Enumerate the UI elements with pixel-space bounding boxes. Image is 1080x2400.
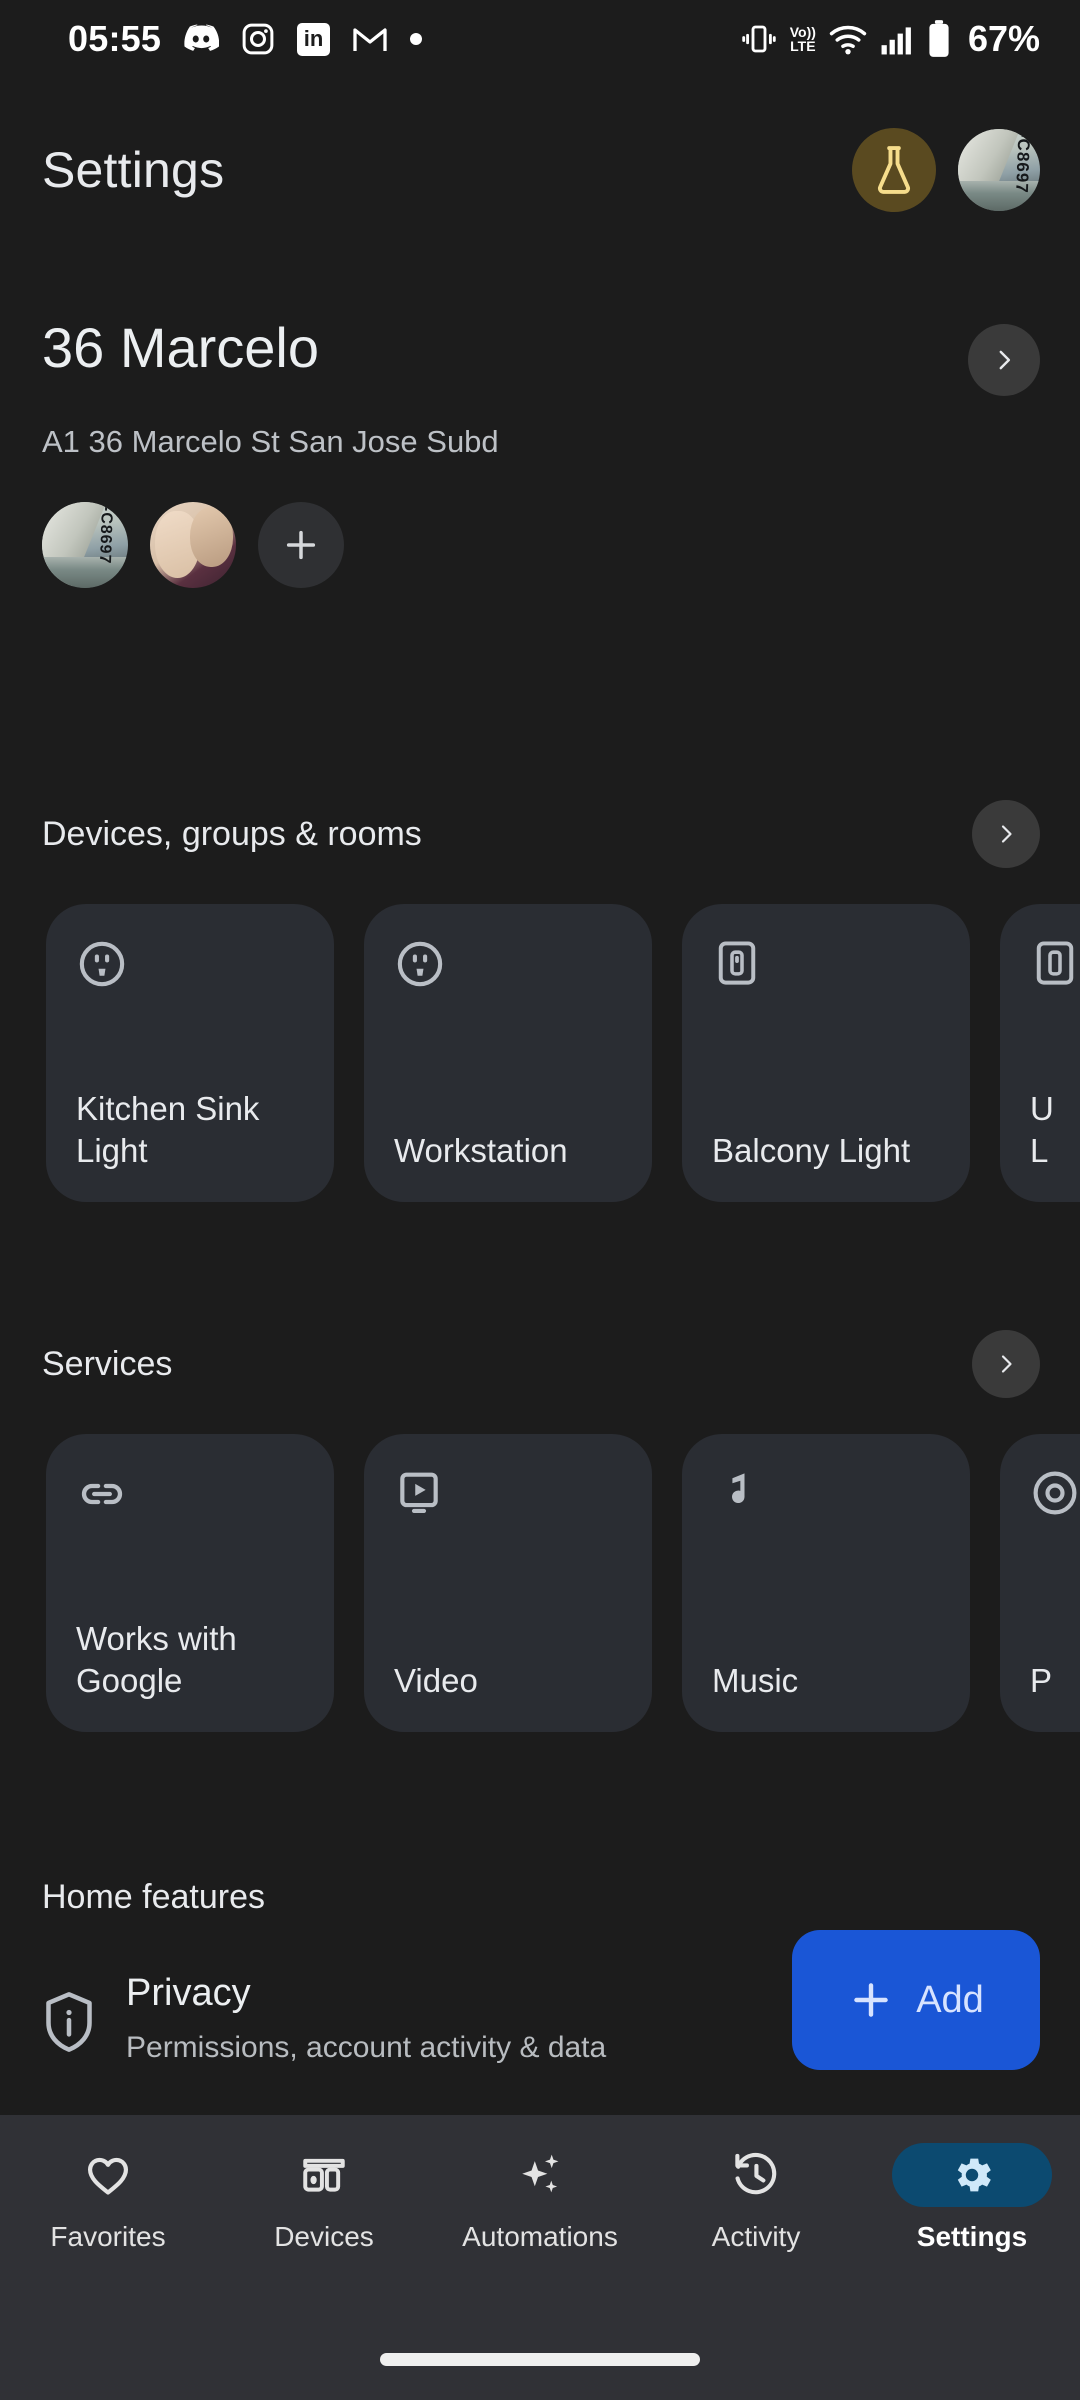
nav-label-automations: Automations bbox=[462, 2221, 618, 2252]
devices-card-scroller[interactable]: Kitchen Sink Light Workstation Balcony L… bbox=[0, 904, 1080, 1202]
shield-info-icon bbox=[42, 1973, 98, 2053]
home-header: 36 Marcelo A1 36 Marcelo St San Jose Sub… bbox=[0, 320, 1080, 588]
status-bar: 05:55 in Vo)) LTE 67% bbox=[0, 0, 1080, 78]
device-card[interactable]: Workstation bbox=[364, 904, 652, 1202]
service-card[interactable]: Music bbox=[682, 1434, 970, 1732]
device-card-label: Kitchen Sink Light bbox=[76, 1089, 260, 1169]
device-card[interactable]: U L bbox=[1000, 904, 1080, 1202]
wifi-icon bbox=[829, 23, 867, 55]
bottom-nav-items: Favorites Devices Automations Activity S bbox=[0, 2115, 1080, 2320]
bottom-navigation-bar: Favorites Devices Automations Activity S bbox=[0, 2115, 1080, 2400]
nav-item-favorites[interactable]: Favorites bbox=[0, 2143, 216, 2320]
light-switch-icon bbox=[712, 938, 940, 996]
add-member-button[interactable] bbox=[258, 502, 344, 588]
device-card-label: Balcony Light bbox=[712, 1131, 911, 1169]
battery-percent-label: 67% bbox=[967, 18, 1040, 59]
services-section-title: Services bbox=[42, 1344, 173, 1383]
nav-pill-favorites bbox=[28, 2143, 188, 2207]
nav-item-automations[interactable]: Automations bbox=[432, 2143, 648, 2320]
battery-icon bbox=[927, 20, 951, 58]
service-card-label: Video bbox=[394, 1661, 478, 1699]
chevron-right-icon bbox=[1001, 825, 1012, 843]
home-features-title: Home features bbox=[42, 1878, 265, 1916]
link-icon bbox=[76, 1468, 304, 1526]
linkedin-icon: in bbox=[297, 22, 331, 56]
chevron-right-icon bbox=[999, 350, 1011, 370]
device-card-label: U L bbox=[1030, 1089, 1054, 1169]
instagram-icon bbox=[241, 22, 275, 56]
home-details-chevron-button[interactable] bbox=[968, 324, 1040, 396]
service-card[interactable]: Works with Google bbox=[46, 1434, 334, 1732]
services-section: Services Works with Google Video Music P bbox=[0, 1330, 1080, 1732]
page-title: Settings bbox=[42, 142, 225, 198]
avatar-tail-number: RP-C8697 bbox=[1012, 129, 1035, 195]
nav-item-settings[interactable]: Settings bbox=[864, 2143, 1080, 2320]
app-bar: Settings RP-C8697 bbox=[0, 110, 1080, 230]
photos-icon bbox=[1030, 1468, 1080, 1526]
gesture-navigation-bar[interactable] bbox=[380, 2353, 700, 2366]
services-card-scroller[interactable]: Works with Google Video Music P bbox=[0, 1434, 1080, 1732]
sparkle-icon bbox=[522, 2154, 559, 2193]
status-bar-clock: 05:55 bbox=[68, 18, 162, 59]
devices-section: Devices, groups & rooms Kitchen Sink Lig… bbox=[0, 800, 1080, 1202]
nav-pill-devices bbox=[244, 2143, 404, 2207]
nav-pill-settings bbox=[892, 2143, 1052, 2207]
services-section-chevron-button[interactable] bbox=[972, 1330, 1040, 1398]
device-card[interactable]: Balcony Light bbox=[682, 904, 970, 1202]
outlet-icon bbox=[394, 938, 622, 996]
status-bar-right: Vo)) LTE 67% bbox=[741, 18, 1040, 60]
service-card[interactable]: P bbox=[1000, 1434, 1080, 1732]
gmail-icon bbox=[352, 24, 388, 54]
nav-label-settings: Settings bbox=[916, 2221, 1028, 2252]
device-card-label: Workstation bbox=[394, 1131, 568, 1169]
devices-section-header[interactable]: Devices, groups & rooms bbox=[0, 800, 1080, 868]
devices-icon bbox=[303, 2158, 345, 2192]
status-bar-left: 05:55 in bbox=[68, 18, 423, 60]
flask-experiments-icon[interactable] bbox=[852, 128, 936, 212]
home-address: A1 36 Marcelo St San Jose Subd bbox=[42, 424, 499, 459]
notification-dot-icon bbox=[410, 33, 423, 45]
device-card[interactable]: Kitchen Sink Light bbox=[46, 904, 334, 1202]
add-button-label: Add bbox=[916, 1978, 984, 2021]
services-section-header[interactable]: Services bbox=[0, 1330, 1080, 1398]
nav-item-activity[interactable]: Activity bbox=[648, 2143, 864, 2320]
home-name-row[interactable]: 36 Marcelo bbox=[42, 320, 1040, 396]
home-members: RP-C8697 bbox=[42, 502, 1040, 588]
heart-icon bbox=[88, 2157, 128, 2195]
nav-label-activity: Activity bbox=[711, 2221, 801, 2252]
service-card-label: Music bbox=[712, 1661, 799, 1699]
home-name: 36 Marcelo bbox=[42, 316, 320, 379]
outlet-icon bbox=[76, 938, 304, 996]
history-icon bbox=[735, 2152, 777, 2195]
member-avatar[interactable] bbox=[150, 502, 236, 588]
chevron-right-icon bbox=[1001, 1355, 1012, 1373]
video-screen-icon bbox=[394, 1468, 622, 1526]
member-avatar-tail-number: RP-C8697 bbox=[96, 502, 117, 565]
nav-pill-activity bbox=[676, 2143, 836, 2207]
add-button[interactable]: Add bbox=[792, 1930, 1040, 2070]
service-card-label: Works with Google bbox=[76, 1619, 237, 1699]
gear-icon bbox=[957, 2158, 991, 2192]
nav-label-favorites: Favorites bbox=[50, 2221, 166, 2252]
member-avatar[interactable]: RP-C8697 bbox=[42, 502, 128, 588]
devices-section-title: Devices, groups & rooms bbox=[42, 814, 422, 853]
signal-bars-icon bbox=[880, 23, 914, 55]
vibrate-icon bbox=[741, 21, 777, 57]
service-card-label: P bbox=[1030, 1661, 1053, 1699]
app-bar-actions: RP-C8697 bbox=[852, 128, 1040, 212]
discord-icon bbox=[183, 24, 220, 54]
devices-section-chevron-button[interactable] bbox=[972, 800, 1040, 868]
account-avatar[interactable]: RP-C8697 bbox=[958, 129, 1040, 211]
plus-icon bbox=[854, 1983, 888, 2017]
plus-icon bbox=[286, 530, 316, 560]
light-switch-icon bbox=[1030, 938, 1080, 996]
nav-pill-automations bbox=[460, 2143, 620, 2207]
nav-label-devices: Devices bbox=[274, 2221, 374, 2252]
volte-icon: Vo)) LTE bbox=[789, 24, 816, 54]
nav-item-devices[interactable]: Devices bbox=[216, 2143, 432, 2320]
service-card[interactable]: Video bbox=[364, 1434, 652, 1732]
music-note-icon bbox=[712, 1468, 940, 1526]
